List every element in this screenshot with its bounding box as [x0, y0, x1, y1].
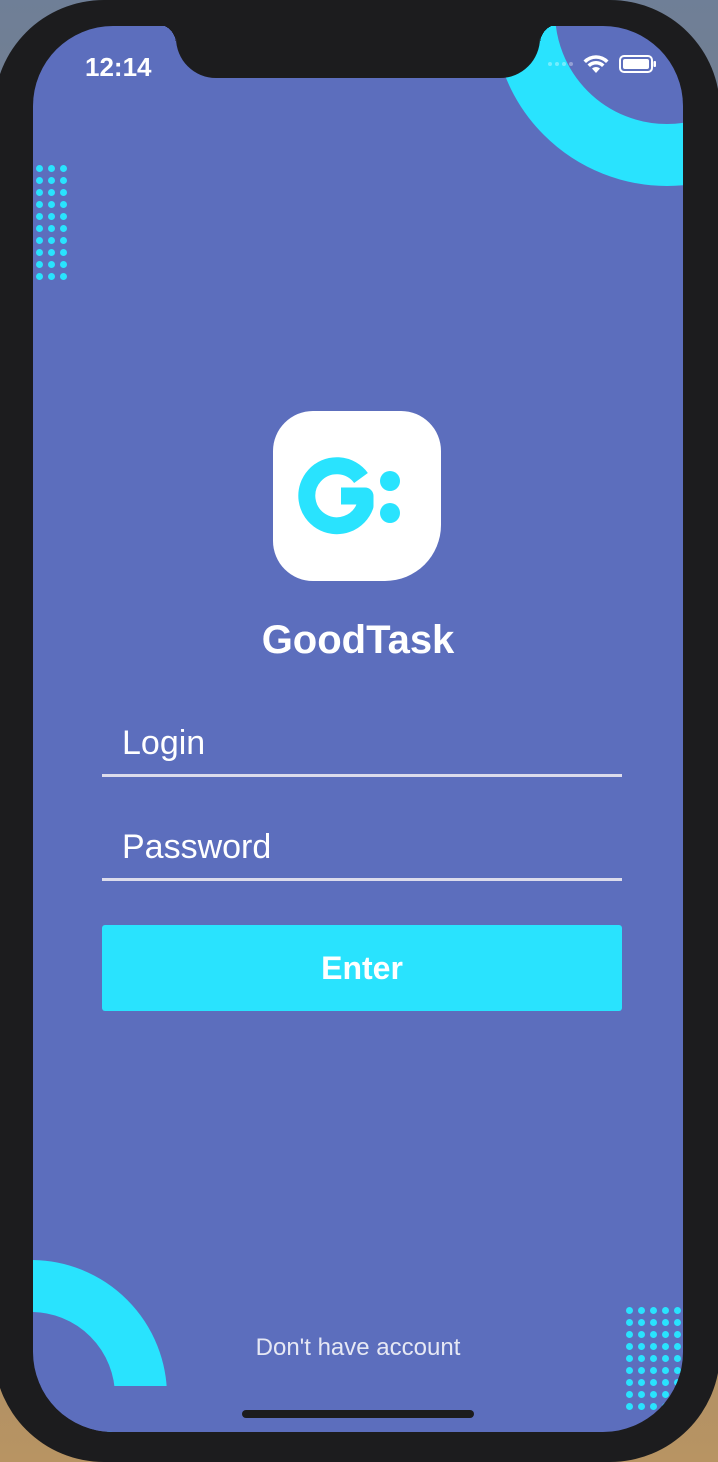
decorative-dot: [60, 225, 67, 232]
password-field: [102, 818, 622, 881]
decorative-dot: [662, 1307, 669, 1314]
decorative-dot: [626, 1391, 633, 1398]
decorative-dot: [650, 1379, 657, 1386]
decorative-dot: [48, 261, 55, 268]
login-input[interactable]: [120, 714, 614, 772]
decorative-dot: [60, 249, 67, 256]
decorative-dot: [650, 1391, 657, 1398]
decorative-dot: [638, 1319, 645, 1326]
goodtask-logo-icon: [298, 457, 400, 535]
app-title: GoodTask: [261, 618, 455, 662]
decorative-dot: [36, 165, 43, 172]
decorative-dot: [638, 1391, 645, 1398]
decorative-dot: [48, 273, 55, 280]
decorative-dot: [650, 1367, 657, 1374]
decorative-dot: [60, 237, 67, 244]
decorative-dot: [60, 165, 67, 172]
decorative-dot: [626, 1403, 633, 1410]
status-icons: [548, 54, 657, 74]
decorative-dot: [638, 1379, 645, 1386]
decorative-dot: [36, 201, 43, 208]
decorative-dot: [638, 1307, 645, 1314]
wifi-icon: [583, 55, 609, 73]
decorative-dot: [60, 273, 67, 280]
decorative-dots-top-left: [36, 165, 67, 280]
decorative-dot: [662, 1403, 669, 1410]
decorative-dot: [48, 249, 55, 256]
decorative-dot: [674, 1403, 681, 1410]
decorative-dot: [36, 225, 43, 232]
battery-icon: [619, 55, 656, 73]
decorative-dot: [674, 1319, 681, 1326]
decorative-dot: [48, 177, 55, 184]
decorative-dot: [60, 213, 67, 220]
decorative-dot: [48, 225, 55, 232]
login-field: [102, 714, 622, 777]
decorative-dot: [662, 1379, 669, 1386]
home-indicator: [242, 1410, 474, 1418]
decorative-dot: [674, 1307, 681, 1314]
signal-icon: [548, 62, 573, 66]
decorative-dot: [626, 1379, 633, 1386]
decorative-dot: [674, 1367, 681, 1374]
decorative-dot: [36, 237, 43, 244]
decorative-dot: [60, 189, 67, 196]
decorative-dot: [638, 1403, 645, 1410]
decorative-dot: [48, 165, 55, 172]
login-screen: 12:14 GoodTask Enter Don't: [33, 26, 683, 1432]
decorative-dot: [36, 213, 43, 220]
decorative-dot: [48, 189, 55, 196]
decorative-dot: [36, 273, 43, 280]
decorative-dot: [60, 201, 67, 208]
decorative-dot: [626, 1319, 633, 1326]
decorative-dot: [650, 1307, 657, 1314]
decorative-dot: [662, 1391, 669, 1398]
decorative-dot: [662, 1319, 669, 1326]
app-logo: [273, 411, 441, 581]
decorative-dot: [36, 249, 43, 256]
device-notch: [156, 26, 560, 78]
decorative-dot: [36, 189, 43, 196]
password-input[interactable]: [120, 818, 614, 876]
decorative-dot: [36, 177, 43, 184]
decorative-dot: [60, 261, 67, 268]
enter-button[interactable]: Enter: [102, 925, 622, 1011]
decorative-dot: [48, 213, 55, 220]
decorative-dot: [674, 1379, 681, 1386]
decorative-dot: [36, 261, 43, 268]
decorative-dot: [650, 1403, 657, 1410]
signup-link[interactable]: Don't have account: [33, 1334, 683, 1362]
decorative-dot: [674, 1391, 681, 1398]
decorative-dot: [626, 1307, 633, 1314]
decorative-dot: [650, 1319, 657, 1326]
decorative-dot: [60, 177, 67, 184]
decorative-dot: [662, 1367, 669, 1374]
decorative-dot: [638, 1367, 645, 1374]
status-time: 12:14: [85, 52, 152, 82]
decorative-dot: [626, 1367, 633, 1374]
decorative-dot: [48, 237, 55, 244]
decorative-dot: [48, 201, 55, 208]
